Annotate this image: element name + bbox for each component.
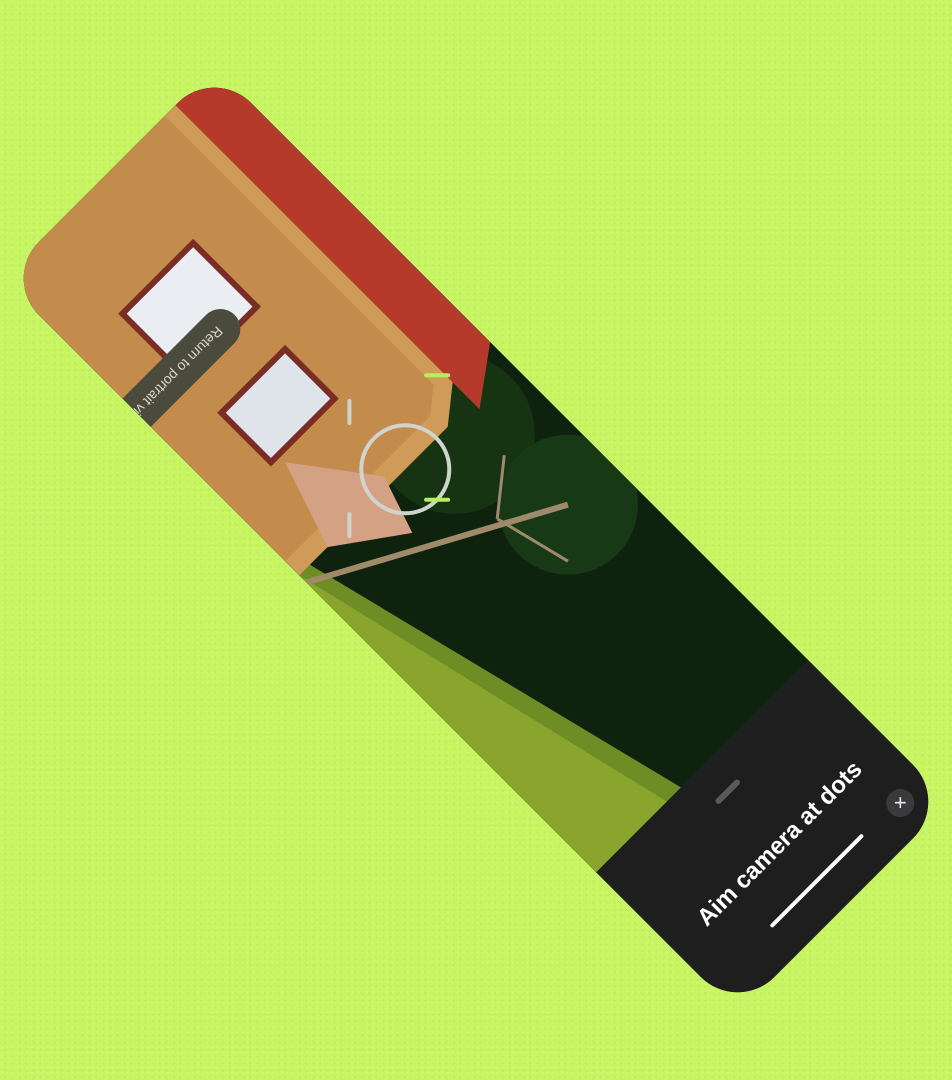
plus-icon[interactable]: +	[886, 789, 915, 818]
focus-tick-right	[347, 512, 352, 539]
focus-tick-left	[347, 399, 352, 426]
focus-tick-bottom	[424, 497, 451, 502]
focus-tick-top	[424, 373, 451, 378]
